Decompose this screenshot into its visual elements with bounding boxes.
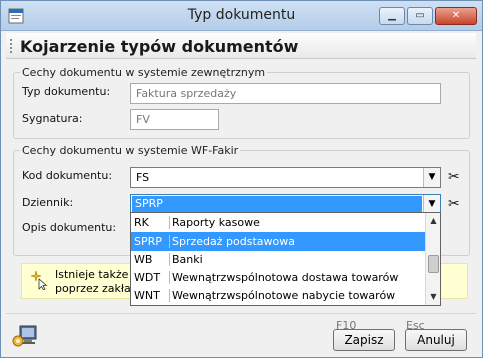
item-name: Raporty kasowe	[169, 216, 260, 229]
doc-type-label: Typ dokumentu:	[22, 85, 111, 98]
dropdown-item-sprp[interactable]: SPRP Sprzedaż podstawowa	[131, 232, 425, 251]
item-name: Sprzedaż podstawowa	[169, 235, 295, 248]
info-line2: poprzez zakład	[55, 282, 138, 295]
signature-label: Sygnatura:	[22, 112, 83, 125]
doc-type-field[interactable]: Faktura sprzedaży	[130, 83, 441, 104]
heading-bar: Kojarzenie typów dokumentów	[6, 33, 476, 59]
chevron-down-icon[interactable]: ▼	[423, 168, 440, 187]
scissors-icon[interactable]: ✂	[448, 196, 460, 212]
internal-group-legend: Cechy dokumentu w systemie WF-Fakir	[20, 144, 241, 157]
info-line1-left: Istnieje także n	[55, 268, 139, 281]
scrollbar-thumb[interactable]	[428, 255, 439, 273]
item-name: Wewnątrzwspólnotowa dostawa towarów	[169, 271, 398, 284]
page-title: Kojarzenie typów dokumentów	[20, 37, 299, 56]
item-code: WDT	[134, 271, 161, 284]
cancel-button[interactable]: Anuluj	[405, 329, 467, 351]
item-name: Banki	[169, 253, 203, 266]
dropdown-item-rk[interactable]: RK Raporty kasowe	[131, 213, 425, 232]
doc-code-value: FS	[136, 171, 150, 184]
footer-divider	[6, 313, 476, 314]
journal-dropdown-list[interactable]: RK Raporty kasowe SPRP Sprzedaż podstawo…	[130, 212, 441, 306]
dropdown-scrollbar[interactable]: ▲ ▼	[425, 213, 440, 305]
item-code: WNT	[134, 289, 160, 302]
doc-code-label: Kod dokumentu:	[22, 169, 113, 182]
item-name: Wewnątrzwspólnotowe nabycie towarów	[169, 289, 395, 302]
item-code: RK	[134, 216, 149, 229]
external-group-legend: Cechy dokumentu w systemie zewnętrznym	[20, 66, 268, 79]
scroll-up-icon[interactable]: ▲	[426, 213, 441, 228]
dropdown-item-wb[interactable]: WB Banki	[131, 250, 425, 269]
close-button[interactable]: ✕	[435, 7, 477, 25]
dropdown-item-wdt[interactable]: WDT Wewnątrzwspólnotowa dostawa towarów	[131, 268, 425, 287]
maximize-button[interactable]: ▭	[407, 7, 433, 25]
wizard-star-icon	[30, 270, 48, 290]
item-code: SPRP	[134, 235, 162, 248]
title-bar[interactable]: Typ dokumentu ▁ ▭ ✕	[1, 1, 482, 31]
dropdown-item-wnt[interactable]: WNT Wewnątrzwspólnotowe nabycie towarów	[131, 286, 425, 305]
doc-code-combo[interactable]: FS ▼	[130, 167, 441, 188]
minimize-button[interactable]: ▁	[379, 7, 405, 25]
journal-label: Dziennik:	[22, 196, 74, 209]
save-button[interactable]: Zapisz	[333, 329, 395, 351]
journal-combo[interactable]: SPRP ▼	[130, 194, 441, 214]
scissors-icon[interactable]: ✂	[448, 169, 460, 185]
computer-settings-icon	[12, 325, 37, 347]
scroll-down-icon[interactable]: ▼	[426, 289, 441, 304]
dialog-window: Typ dokumentu ▁ ▭ ✕ Kojarzenie typów dok…	[0, 0, 483, 358]
grip-icon	[10, 39, 13, 53]
journal-value: SPRP	[132, 196, 422, 212]
item-code: WB	[134, 253, 153, 266]
signature-field[interactable]: FV	[130, 109, 219, 130]
description-label: Opis dokumentu:	[22, 221, 117, 234]
